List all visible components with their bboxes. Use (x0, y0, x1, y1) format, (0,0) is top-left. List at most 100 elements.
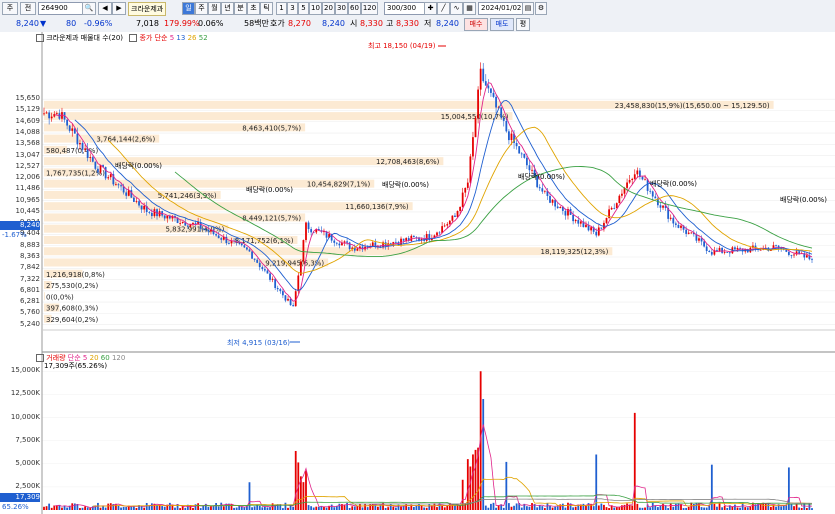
candle (94, 161, 97, 169)
date-input[interactable]: 2024/01/02 (478, 2, 524, 15)
calendar-icon[interactable]: ▤ (522, 2, 534, 15)
candle (590, 227, 592, 231)
minute-20[interactable]: 20 (322, 2, 335, 15)
cross-icon[interactable]: ✚ (424, 2, 437, 15)
ma-13: 13 (176, 34, 186, 42)
minute-3[interactable]: 3 (287, 2, 298, 15)
candle (269, 273, 271, 280)
period-day[interactable]: 일 (182, 2, 195, 15)
minute-60[interactable]: 60 (348, 2, 361, 15)
period-minute[interactable]: 분 (234, 2, 247, 15)
minute-10[interactable]: 10 (309, 2, 322, 15)
candle (256, 259, 259, 263)
minute-120[interactable]: 120 (361, 2, 378, 15)
candle (500, 107, 503, 118)
volume-axis-tick: 2,500K (15, 481, 40, 490)
price-axis-tick: 5,760 (19, 308, 40, 317)
volume-bar (415, 505, 418, 510)
candle (662, 205, 664, 208)
volume-bar (423, 507, 426, 510)
period-week[interactable]: 주 (195, 2, 208, 15)
minute-1[interactable]: 1 (276, 2, 287, 15)
checkbox-icon[interactable] (36, 354, 44, 362)
volume-bar (659, 505, 662, 510)
amount: 58백만 (244, 19, 269, 28)
price-axis-tick: 6,281 (19, 297, 40, 306)
volume-bar (420, 505, 423, 510)
volume-axis-tick: 12,500K (10, 389, 40, 398)
candle (718, 247, 721, 251)
candle (490, 88, 492, 93)
volume-bar (672, 506, 675, 510)
profile-label: 10,454,829(7,1%) (307, 181, 371, 189)
minute-30[interactable]: 30 (335, 2, 348, 15)
volume-axis-tick: 7,500K (15, 435, 40, 444)
menu-button[interactable]: 주 (2, 2, 18, 15)
volume-bar (238, 506, 241, 510)
period-year[interactable]: 년 (221, 2, 234, 15)
profile-label: 3,764,144(2,6%) (96, 136, 155, 144)
volume-bar (482, 399, 485, 510)
price-chart[interactable]: 23,458,830(15,9%)(15,650.00 ~ 15,129.50)… (0, 32, 835, 514)
line-icon[interactable]: ╱ (437, 2, 450, 15)
next-icon[interactable]: ▶ (112, 2, 126, 15)
candle (726, 252, 729, 253)
price-axis-tick: 5,240 (19, 319, 40, 328)
volume-bar (744, 507, 747, 510)
volume-bar (739, 507, 741, 510)
menu2-button[interactable]: 전 (20, 2, 36, 15)
candle (135, 201, 138, 202)
sell-button[interactable]: 매도 (490, 18, 514, 31)
volume-bar (775, 506, 777, 510)
candle (484, 81, 487, 86)
minute-5[interactable]: 5 (298, 2, 309, 15)
period-second[interactable]: 초 (247, 2, 260, 15)
settings-icon[interactable]: ⚙ (535, 2, 547, 15)
volume-bar (389, 503, 392, 510)
current-volume-tag: 17,309 (0, 493, 40, 502)
price-axis-tick: 7,842 (19, 263, 40, 272)
volume-bar (220, 502, 223, 510)
price-axis-tick: 15,650 (15, 94, 41, 103)
volume-bar (243, 507, 246, 510)
candle (436, 232, 438, 236)
ma-5: 5 (169, 34, 175, 42)
chart-icon[interactable]: ▦ (463, 2, 476, 15)
volume-bar (811, 508, 813, 510)
profile-bar (44, 292, 45, 301)
count-input[interactable]: 300/300 (384, 2, 426, 15)
candle (228, 243, 230, 244)
buy-button[interactable]: 매수 (464, 18, 488, 31)
volume-bar (520, 507, 523, 510)
profile-label: 329,604(0,2%) (46, 316, 98, 324)
checkbox-icon[interactable] (36, 34, 44, 42)
candle (790, 254, 793, 256)
volume-bar (199, 508, 202, 510)
period-month[interactable]: 월 (208, 2, 221, 15)
profile-label: 1,767,735(1,2%) (46, 169, 105, 177)
volume-bar (585, 506, 587, 510)
candle (179, 222, 182, 224)
search-icon[interactable]: 🔍 (82, 2, 96, 15)
down-arrow-icon: ▼ (40, 19, 47, 28)
quote-label: 호가 (270, 19, 285, 28)
period-tick[interactable]: 틱 (260, 2, 273, 15)
dividend-marker: 배당락(0.00%) (382, 181, 430, 189)
volume-bar (649, 507, 652, 510)
stock-code-input[interactable]: 264900 (38, 2, 84, 15)
volume-bar (284, 502, 287, 510)
prev-icon[interactable]: ◀ (98, 2, 112, 15)
volume-bar (217, 506, 220, 510)
volume-bar (425, 507, 428, 510)
volume-bar (302, 482, 305, 510)
volume-bar (230, 504, 233, 510)
price-axis-tick: 13,047 (15, 150, 41, 159)
checkbox-icon[interactable] (129, 34, 138, 42)
volume-bar (145, 502, 148, 510)
eval-button[interactable]: 평 (516, 18, 530, 31)
candle (523, 153, 526, 158)
volume-bar (582, 503, 585, 510)
volume-axis-tick: 10,000K (10, 412, 40, 421)
curve-icon[interactable]: ∿ (450, 2, 463, 15)
candle (45, 112, 48, 114)
